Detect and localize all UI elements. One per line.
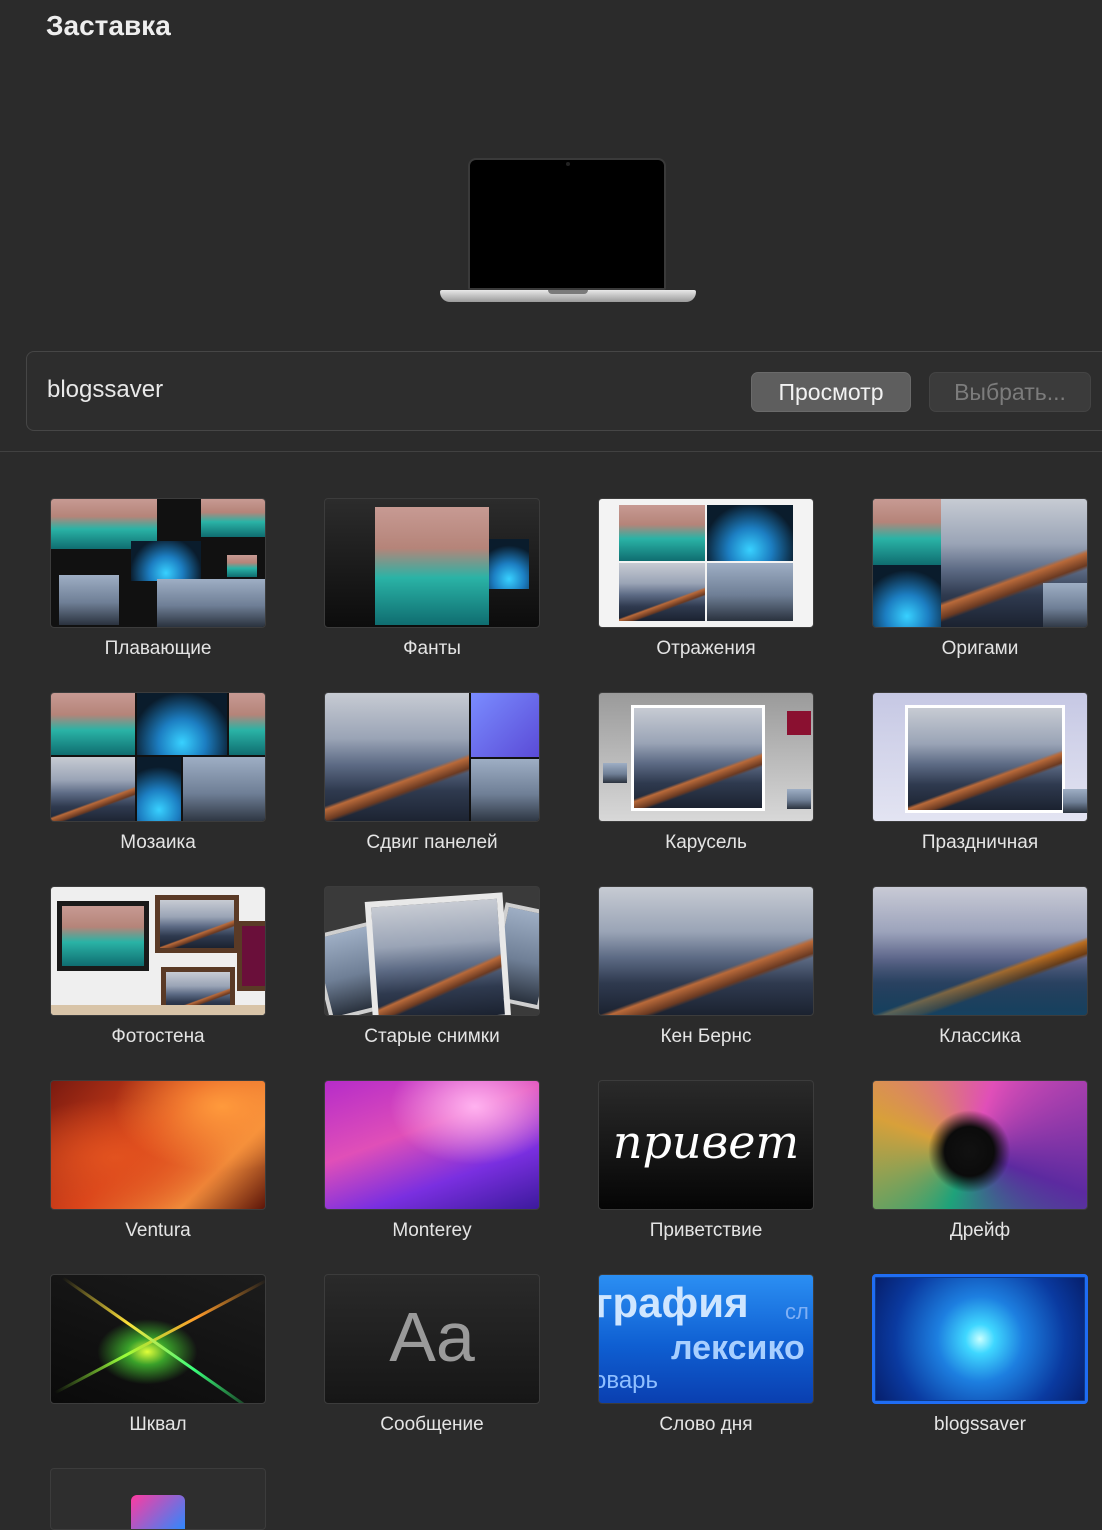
saver-label: Карусель bbox=[665, 832, 747, 853]
hello-script: привет bbox=[612, 1115, 800, 1169]
message-glyph: Aa bbox=[389, 1298, 475, 1376]
choose-button[interactable]: Выбрать... bbox=[929, 372, 1091, 412]
saver-label: Шквал bbox=[129, 1414, 187, 1435]
saver-label: Отражения bbox=[656, 638, 756, 659]
word-line: оварь bbox=[598, 1367, 659, 1394]
saver-classic[interactable]: Классика bbox=[872, 886, 1088, 1048]
saver-ventura[interactable]: Ventura bbox=[50, 1080, 266, 1242]
saver-ken-burns[interactable]: Кен Бернс bbox=[598, 886, 814, 1048]
saver-origami[interactable]: Оригами bbox=[872, 498, 1088, 660]
saver-label: Фанты bbox=[403, 638, 461, 659]
saver-label: Сдвиг панелей bbox=[366, 832, 498, 853]
saver-flurry[interactable]: Шквал bbox=[50, 1274, 266, 1436]
saver-label: Праздничная bbox=[921, 832, 1039, 853]
saver-thumbnail bbox=[872, 692, 1088, 822]
saver-thumbnail bbox=[598, 886, 814, 1016]
saver-photo-wall[interactable]: Фотостена bbox=[50, 886, 266, 1048]
saver-message[interactable]: Aa Сообщение bbox=[324, 1274, 540, 1436]
saver-thumbnail bbox=[50, 1468, 266, 1530]
saver-thumbnail bbox=[872, 1080, 1088, 1210]
saver-thumbnail bbox=[50, 1080, 266, 1210]
saver-thumbnail bbox=[872, 1274, 1088, 1404]
saver-vintage-prints[interactable]: Старые снимки bbox=[324, 886, 540, 1048]
saver-label: Фотостена bbox=[111, 1026, 205, 1047]
saver-label: Старые снимки bbox=[364, 1026, 500, 1047]
saver-holiday[interactable]: Праздничная bbox=[872, 692, 1088, 854]
saver-thumbnail bbox=[872, 886, 1088, 1016]
saver-label: blogssaver bbox=[934, 1414, 1026, 1435]
saver-thumbnail bbox=[324, 498, 540, 628]
saver-thumbnail bbox=[872, 498, 1088, 628]
preview-button[interactable]: Просмотр bbox=[751, 372, 911, 412]
shuffle-icon bbox=[131, 1495, 185, 1529]
saver-label: Мозаика bbox=[120, 832, 196, 853]
word-line: графия bbox=[598, 1279, 749, 1326]
preview-screen bbox=[468, 158, 666, 290]
saver-thumbnail bbox=[50, 692, 266, 822]
saver-thumbnail: графия сл лексико оварь bbox=[598, 1274, 814, 1404]
saver-thumbnail: Aa bbox=[324, 1274, 540, 1404]
saver-label: Слово дня bbox=[659, 1414, 753, 1435]
saver-thumbnail bbox=[50, 498, 266, 628]
saver-label: Плавающие bbox=[104, 638, 212, 659]
saver-label: Оригами bbox=[941, 638, 1019, 659]
saver-label: Классика bbox=[939, 1026, 1021, 1047]
saver-label: Приветствие bbox=[649, 1220, 763, 1241]
saver-carousel[interactable]: Карусель bbox=[598, 692, 814, 854]
saver-thumbnail bbox=[324, 1080, 540, 1210]
saver-monterey[interactable]: Monterey bbox=[324, 1080, 540, 1242]
saver-label: Сообщение bbox=[380, 1414, 484, 1435]
saver-thumbnail bbox=[598, 692, 814, 822]
saver-thumbnail bbox=[50, 886, 266, 1016]
saver-word-of-the-day[interactable]: графия сл лексико оварь Слово дня bbox=[598, 1274, 814, 1436]
saver-label: Кен Бернс bbox=[660, 1026, 752, 1047]
saver-random[interactable] bbox=[50, 1468, 266, 1530]
saver-thumbnail bbox=[598, 498, 814, 628]
saver-mosaic[interactable]: Мозаика bbox=[50, 692, 266, 854]
saver-thumbnail bbox=[324, 692, 540, 822]
saver-panel-shift[interactable]: Сдвиг панелей bbox=[324, 692, 540, 854]
saver-label: Дрейф bbox=[949, 1220, 1011, 1241]
saver-thumbnail bbox=[50, 1274, 266, 1404]
saver-thumbnail: привет bbox=[598, 1080, 814, 1210]
saver-fanty[interactable]: Фанты bbox=[324, 498, 540, 660]
current-saver-row: blogssaver Просмотр Выбрать... bbox=[26, 351, 1102, 431]
current-saver-name: blogssaver bbox=[47, 376, 164, 403]
saver-label: Monterey bbox=[392, 1220, 472, 1241]
saver-drift[interactable]: Дрейф bbox=[872, 1080, 1088, 1242]
laptop-preview bbox=[440, 158, 696, 310]
saver-blogssaver[interactable]: blogssaver bbox=[872, 1274, 1088, 1436]
saver-thumbnail bbox=[324, 886, 540, 1016]
word-line: лексико bbox=[671, 1329, 805, 1367]
divider bbox=[0, 451, 1102, 452]
saver-reflections[interactable]: Отражения bbox=[598, 498, 814, 660]
saver-label: Ventura bbox=[125, 1220, 191, 1241]
page-title: Заставка bbox=[46, 10, 171, 41]
word-line: сл bbox=[785, 1299, 809, 1324]
saver-hello[interactable]: привет Приветствие bbox=[598, 1080, 814, 1242]
saver-floating[interactable]: Плавающие bbox=[50, 498, 266, 660]
